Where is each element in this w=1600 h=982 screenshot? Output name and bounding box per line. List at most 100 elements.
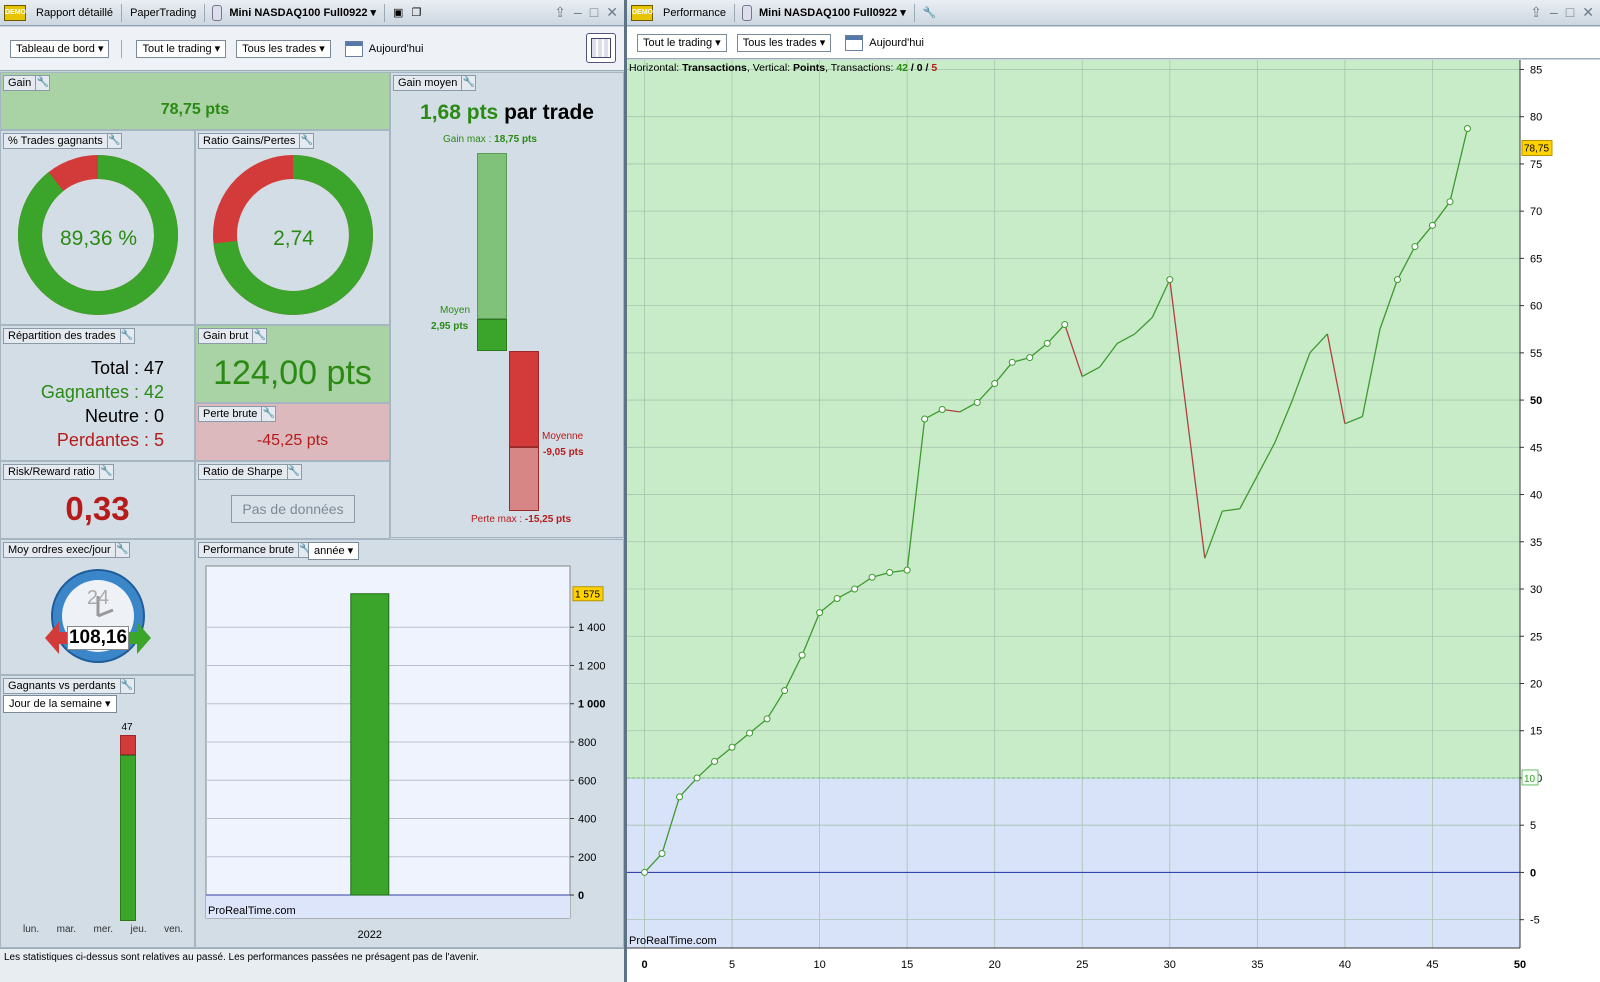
y-tick-label: 0: [578, 890, 584, 902]
wrench-icon[interactable]: 🔧: [35, 76, 49, 90]
trades-dropdown[interactable]: Tous les trades ▾: [236, 39, 331, 58]
wrench-icon[interactable]: 🔧: [461, 76, 475, 90]
disclaimer-footer: Les statistiques ci-dessus sont relative…: [0, 948, 624, 982]
y-tick-label: 1 000: [578, 699, 606, 711]
wrench-icon[interactable]: 🔧: [114, 543, 129, 557]
tab-papertrading[interactable]: PaperTrading: [126, 7, 200, 19]
wrench-icon[interactable]: 🔧: [261, 407, 275, 421]
trade-point: [711, 757, 719, 765]
right-titlebar: DEMO Performance Mini NASDAQ100 Full0922…: [627, 0, 1600, 26]
trade-point: [693, 774, 701, 782]
calendar-icon[interactable]: [344, 40, 363, 57]
wrench-icon[interactable]: 🔧: [252, 329, 266, 343]
trades-dropdown[interactable]: Tous les trades ▾: [736, 33, 832, 52]
y-tick-label: -5: [1530, 915, 1540, 927]
perf-period-dropdown[interactable]: année ▾: [308, 542, 360, 560]
tab-rapport-detaille[interactable]: Rapport détaillé: [32, 7, 117, 19]
sharpe-title: Ratio de Sharpe 🔧: [198, 464, 302, 480]
instrument-selector[interactable]: Mini NASDAQ100 Full0922 ▾: [755, 6, 910, 19]
wrench-icon[interactable]: 🔧: [299, 134, 313, 148]
report-settings-icon[interactable]: [586, 33, 616, 63]
trade-point: [1008, 358, 1016, 366]
losing-trades: Perdantes : 5: [56, 430, 164, 450]
day-label: mar.: [56, 924, 77, 935]
sharpe-value: Pas de données: [231, 495, 355, 523]
maximize-icon[interactable]: □: [1566, 4, 1574, 21]
day-label: mer.: [93, 924, 113, 935]
moyenne-label: Moyenne: [542, 431, 584, 442]
perte-moyenne-bar: [509, 351, 539, 447]
wrench-icon[interactable]: 🔧: [106, 134, 121, 148]
perte-brute-panel: Perte brute 🔧 -45,25 pts: [195, 403, 390, 461]
gain-brut-panel: Gain brut 🔧 124,00 pts: [195, 325, 390, 403]
day-label: jeu.: [130, 924, 147, 935]
share-icon[interactable]: ⇪: [1530, 4, 1542, 21]
wrench-icon[interactable]: 🔧: [119, 329, 134, 343]
trading-dropdown[interactable]: Tout le trading ▾: [637, 33, 727, 52]
trade-point: [1393, 276, 1401, 284]
x-tick-label: 35: [1251, 959, 1263, 971]
perte-brute-title: Perte brute 🔧: [198, 406, 277, 422]
y-tick-label: 50: [1530, 395, 1542, 407]
gain-moyen-bar: [477, 319, 507, 351]
pct-trades-title: % Trades gagnants 🔧: [3, 133, 122, 149]
minimize-icon[interactable]: –: [1550, 4, 1558, 21]
trade-point: [1061, 321, 1069, 329]
day-label: ven.: [164, 924, 183, 935]
ratio-panel: Ratio Gains/Pertes 🔧 2,74: [195, 130, 390, 325]
trade-point: [973, 398, 981, 406]
maximize-icon[interactable]: □: [590, 4, 598, 21]
last-value-label: 78,75: [1524, 143, 1549, 154]
wrench-icon[interactable]: 🔧: [919, 6, 941, 19]
gvp-lose-bar: [120, 735, 136, 755]
lock-icon[interactable]: [212, 4, 223, 21]
instrument-selector[interactable]: Mini NASDAQ100 Full0922 ▾: [225, 6, 380, 19]
clock-number: 24: [87, 587, 109, 609]
x-tick-label: 2022: [358, 929, 382, 941]
trade-point: [991, 380, 999, 388]
x-tick-label: 5: [729, 959, 735, 971]
positive-zone: [627, 60, 1520, 778]
wrench-icon[interactable]: 🔧: [286, 465, 301, 479]
gain-max-bar: [477, 153, 507, 319]
pct-trades-panel: % Trades gagnants 🔧 89,36 %: [0, 130, 195, 325]
y-tick-label: 30: [1530, 584, 1542, 596]
repartition-title: Répartition des trades 🔧: [3, 328, 135, 344]
chart-link-icon[interactable]: ▣: [389, 6, 407, 19]
wrench-icon[interactable]: 🔧: [98, 465, 113, 479]
minimize-icon[interactable]: –: [574, 4, 582, 21]
close-icon[interactable]: ✕: [606, 4, 618, 21]
trade-point: [921, 415, 929, 423]
trade-point: [728, 743, 736, 751]
gvp-period-dropdown[interactable]: Jour de la semaine ▾: [3, 695, 117, 713]
date-filter[interactable]: Aujourd'hui: [369, 43, 424, 55]
trade-point: [676, 793, 684, 801]
wrench-icon[interactable]: 🔧: [119, 679, 134, 693]
lock-icon[interactable]: [741, 4, 752, 21]
date-filter[interactable]: Aujourd'hui: [869, 37, 924, 49]
watermark: ProRealTime.com: [208, 905, 296, 917]
tab-performance[interactable]: Performance: [659, 7, 730, 19]
y-tick-label: 40: [1530, 490, 1542, 502]
threshold-label: 10: [1524, 774, 1536, 785]
x-tick-label: 0: [641, 959, 647, 971]
y-tick-label: 20: [1530, 678, 1542, 690]
gain-moyen-panel: Gain moyen 🔧 1,68 pts par trade Gain max …: [390, 72, 624, 538]
gvp-win-bar: [120, 754, 136, 921]
trade-point: [886, 568, 894, 576]
demo-logo-icon: DEMO: [4, 4, 26, 21]
trading-dropdown[interactable]: Tout le trading ▾: [136, 39, 227, 58]
share-icon[interactable]: ⇪: [554, 4, 566, 21]
gain-title: Gain 🔧: [3, 75, 51, 91]
calendar-icon[interactable]: [845, 34, 864, 51]
dashboard-dropdown[interactable]: Tableau de bord ▾: [10, 39, 110, 58]
y-tick-label: 15: [1530, 726, 1542, 738]
close-icon[interactable]: ✕: [1582, 4, 1594, 21]
x-tick-label: 40: [1339, 959, 1351, 971]
y-tick-label: 35: [1530, 537, 1542, 549]
x-tick-label: 50: [1514, 959, 1526, 971]
risk-title: Risk/Reward ratio 🔧: [3, 464, 114, 480]
right-toolbar: Tout le trading ▾ Tous les trades ▾ Aujo…: [627, 27, 1600, 59]
copy-icon[interactable]: ❐: [407, 6, 425, 19]
trade-point: [1446, 198, 1454, 206]
